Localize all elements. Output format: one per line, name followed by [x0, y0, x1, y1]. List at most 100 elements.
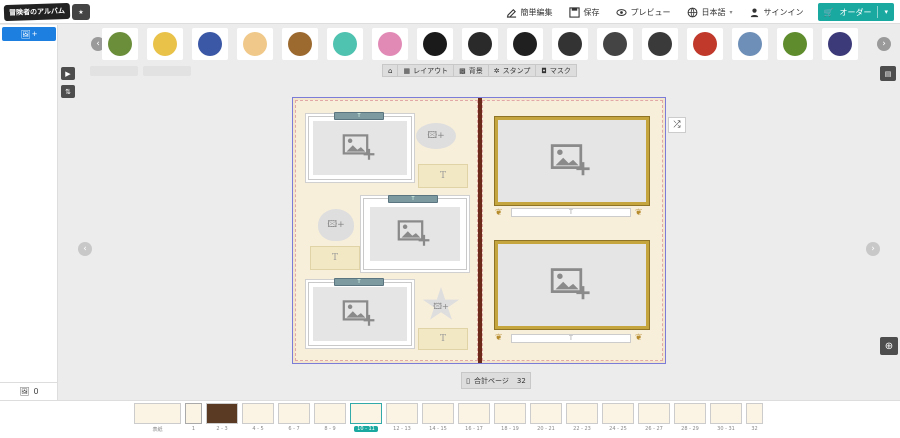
stamp-image	[693, 32, 717, 56]
page-thumbnail[interactable]: 6 - 7	[278, 403, 310, 433]
stamp-item[interactable]	[462, 28, 498, 60]
stamp-item[interactable]	[822, 28, 858, 60]
text-box[interactable]: T	[310, 246, 360, 270]
album-spread[interactable]: T 🖾+ T T 🖾+ T T 🖾+ T ❦ T ❦ ❦ T ❦	[292, 97, 666, 364]
thumbnail-page	[150, 404, 165, 423]
page-thumbnail[interactable]: 表紙	[134, 403, 181, 433]
gold-photo-frame[interactable]	[494, 240, 650, 330]
tab-stamp[interactable]: ✲ スタンプ	[489, 65, 537, 76]
page-thumbnail[interactable]: 16 - 17	[458, 403, 490, 433]
stamp-item[interactable]	[732, 28, 768, 60]
add-image-icon	[342, 300, 375, 326]
star-shape-slot[interactable]: 🖾+	[422, 287, 460, 320]
eye-icon	[615, 8, 627, 16]
stamp-item[interactable]	[327, 28, 363, 60]
page-settings-button[interactable]: ▤	[880, 66, 896, 81]
photo-slot[interactable]	[313, 121, 407, 175]
stamps-next-button[interactable]: ›	[877, 37, 891, 51]
stamp-image	[558, 32, 582, 56]
thumbnail-label: 2 - 3	[216, 426, 228, 432]
page-thumbnail[interactable]: 20 - 21	[530, 403, 562, 433]
thumbnail-page	[351, 404, 366, 423]
name-plate: T	[388, 195, 438, 203]
easy-edit-button[interactable]: 簡単編集	[506, 7, 553, 18]
stamp-item[interactable]	[642, 28, 678, 60]
left-page[interactable]: T 🖾+ T T 🖾+ T T 🖾+ T	[295, 100, 478, 361]
thumbnail-image	[566, 403, 598, 424]
play-button[interactable]: ▶	[61, 67, 75, 80]
stamp-item[interactable]	[147, 28, 183, 60]
page-thumbnail[interactable]: 24 - 25	[602, 403, 634, 433]
page-thumbnail[interactable]: 8 - 9	[314, 403, 346, 433]
home-button[interactable]: ⌂	[383, 65, 399, 76]
thumbnail-label: 4 - 5	[252, 426, 264, 432]
gold-photo-frame[interactable]	[494, 116, 650, 206]
photo-slot[interactable]	[313, 287, 407, 341]
caption-box[interactable]: T	[511, 334, 631, 343]
shuffle-button[interactable]: ⤮	[668, 117, 686, 133]
photo-frame[interactable]	[308, 282, 412, 346]
page-thumbnail[interactable]: 18 - 19	[494, 403, 526, 433]
thumbnail-page	[495, 404, 510, 423]
stamp-item[interactable]	[102, 28, 138, 60]
page-thumbnail[interactable]: 30 - 31	[710, 403, 742, 433]
stamp-item[interactable]	[417, 28, 453, 60]
stamp-image	[423, 32, 447, 56]
tab-mask[interactable]: ◘ マスク	[536, 65, 576, 76]
text-box[interactable]: T	[418, 164, 468, 188]
tab-layout[interactable]: ▦ レイアウト	[398, 65, 455, 76]
page-thumbnail[interactable]: 22 - 23	[566, 403, 598, 433]
thumbnail-label: 12 - 13	[393, 426, 411, 432]
stamp-item[interactable]	[372, 28, 408, 60]
page-thumbnail[interactable]: 14 - 15	[422, 403, 454, 433]
order-button[interactable]: 🛒 オーダー ▾	[817, 3, 894, 21]
ornament-right: ❦	[635, 208, 643, 218]
page-thumbnail[interactable]: 10 - 11	[350, 403, 382, 433]
page-thumbnail[interactable]: 12 - 13	[386, 403, 418, 433]
stamp-item[interactable]	[282, 28, 318, 60]
app-header: 冒険者のアルバム ★ 簡単編集 保存 プレビュー 日本語 ▾ サインイン 🛒 オ…	[0, 0, 900, 24]
language-select[interactable]: 日本語 ▾	[687, 7, 733, 18]
page-thumbnail[interactable]: 28 - 29	[674, 403, 706, 433]
text-box[interactable]: T	[418, 328, 468, 350]
stamp-item[interactable]	[192, 28, 228, 60]
image-tab[interactable]: 🖼 +	[2, 27, 56, 41]
zoom-button[interactable]: ⊕	[880, 337, 898, 355]
preview-button[interactable]: プレビュー	[615, 7, 671, 18]
cloud-shape-slot[interactable]: 🖾+	[416, 123, 456, 149]
stamp-item[interactable]	[777, 28, 813, 60]
app-logo[interactable]: 冒険者のアルバム ★	[3, 2, 90, 22]
page-next-button[interactable]: ›	[866, 242, 880, 256]
page-thumbnail[interactable]: 1	[185, 403, 202, 433]
stamp-item[interactable]	[687, 28, 723, 60]
stamp-item[interactable]	[597, 28, 633, 60]
thumbnail-page	[510, 404, 525, 423]
page-thumbnail[interactable]: 4 - 5	[242, 403, 274, 433]
heart-shape-slot[interactable]: 🖾+	[318, 209, 354, 241]
caption-box[interactable]: T	[511, 208, 631, 217]
chevron-down-icon[interactable]: ▾	[884, 8, 888, 16]
thumbnail-image	[314, 403, 346, 424]
stamp-item[interactable]	[237, 28, 273, 60]
tab-background[interactable]: ▩ 背景	[454, 65, 489, 76]
stamp-image	[153, 32, 177, 56]
page-thumbnail[interactable]: 26 - 27	[638, 403, 670, 433]
photo-frame[interactable]	[363, 198, 467, 270]
page-thumbnail[interactable]: 32	[746, 403, 763, 433]
sort-button[interactable]: ⇅	[61, 85, 75, 98]
total-pages-label: 合計ページ	[474, 376, 509, 385]
thumbnail-label: 32	[751, 426, 758, 432]
photo-frame[interactable]	[308, 116, 412, 180]
stamp-item[interactable]	[507, 28, 543, 60]
page-thumbnail[interactable]: 2 - 3	[206, 403, 238, 433]
photo-slot[interactable]	[370, 207, 460, 261]
document-icon: ▤	[884, 69, 892, 78]
save-button[interactable]: 保存	[568, 6, 600, 18]
stamp-list	[102, 28, 858, 60]
right-page[interactable]: ❦ T ❦ ❦ T ❦	[482, 100, 663, 361]
page-prev-button[interactable]: ‹	[78, 242, 92, 256]
signin-button[interactable]: サインイン	[749, 7, 804, 18]
stamp-item[interactable]	[552, 28, 588, 60]
thumbnail-page	[711, 404, 726, 423]
thumbnail-page	[294, 404, 309, 423]
